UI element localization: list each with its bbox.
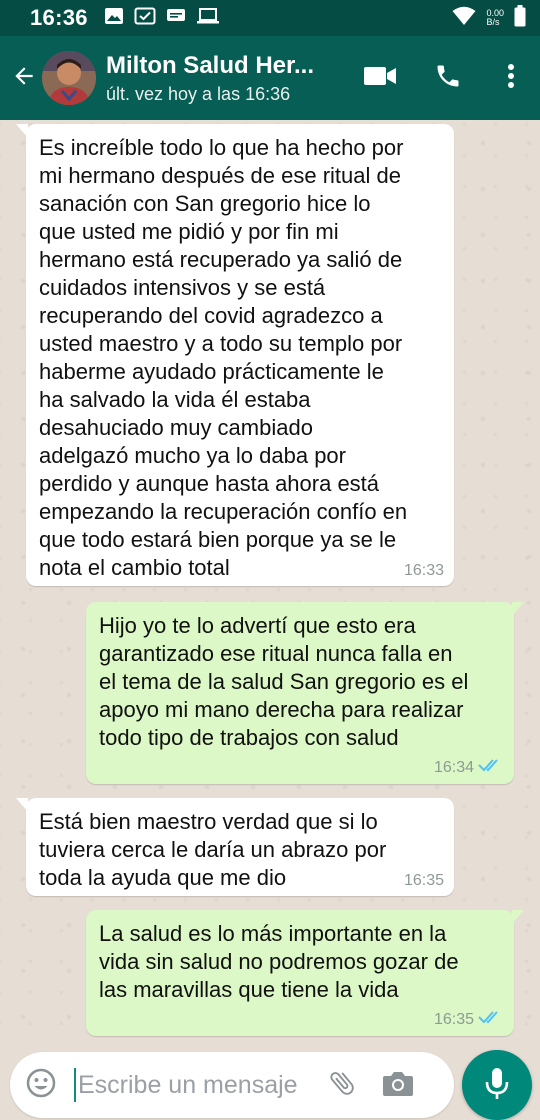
read-receipt-icon: [478, 1009, 504, 1030]
last-seen: últ. vez hoy a las 16:36: [106, 83, 291, 104]
wifi-icon: [452, 6, 476, 31]
image-icon: [104, 7, 124, 30]
voice-message-button[interactable]: [462, 1050, 532, 1120]
contact-info[interactable]: Milton Salud Her... últ. vez hoy a las 1…: [106, 52, 336, 105]
message-text: Está bien maestro verdad que si lo tuvie…: [39, 809, 387, 890]
clock: 16:36: [30, 5, 88, 30]
read-receipt-icon: [478, 757, 504, 778]
status-bar: 16:36 0.00 B/s: [0, 0, 540, 36]
message-text: Es increíble todo lo que ha hecho por mi…: [39, 135, 408, 580]
notification-icons: [104, 7, 220, 30]
message-bubble-incoming[interactable]: Está bien maestro verdad que si lo tuvie…: [16, 798, 454, 896]
emoji-button[interactable]: [12, 1052, 70, 1118]
attach-button[interactable]: [314, 1052, 370, 1118]
laptop-icon: [196, 7, 220, 30]
back-button[interactable]: [2, 36, 46, 120]
message-bubble-outgoing[interactable]: La salud es lo más importante en la vida…: [86, 910, 524, 1036]
message-time: 16:35: [433, 1010, 474, 1028]
message-list[interactable]: Es increíble todo lo que ha hecho por mi…: [0, 120, 540, 1050]
camera-icon: [382, 1069, 414, 1102]
message-time: 16:34: [433, 758, 474, 776]
contact-avatar[interactable]: [42, 51, 96, 105]
speed-unit: B/s: [486, 17, 500, 27]
checkbox-icon: [134, 7, 156, 30]
chat-header: Milton Salud Her... últ. vez hoy a las 1…: [0, 36, 540, 120]
voice-call-button[interactable]: [414, 36, 482, 120]
more-options-button[interactable]: [482, 36, 540, 120]
message-bubble-incoming[interactable]: Es increíble todo lo que ha hecho por mi…: [16, 124, 454, 586]
message-composer[interactable]: Escribe un mensaje: [10, 1052, 454, 1118]
battery-icon: [514, 4, 526, 32]
contact-name: Milton Salud Her...: [106, 51, 315, 79]
emoji-icon: [25, 1067, 57, 1104]
message-text: La salud es lo más importante en la vida…: [99, 921, 459, 1002]
message-time: 16:33: [403, 562, 444, 579]
video-call-button[interactable]: [346, 36, 414, 120]
camera-button[interactable]: [370, 1052, 426, 1118]
video-call-icon: [363, 65, 397, 92]
attach-icon: [327, 1068, 357, 1103]
message-text: Hijo yo te lo advertí que esto era garan…: [99, 613, 469, 750]
network-speed: 0.00 B/s: [486, 9, 504, 27]
message-input[interactable]: Escribe un mensaje: [78, 1071, 298, 1100]
message-time: 16:35: [403, 872, 444, 889]
text-cursor: [74, 1068, 76, 1102]
more-vert-icon: [507, 63, 515, 94]
message-bubble-outgoing[interactable]: Hijo yo te lo advertí que esto era garan…: [86, 602, 524, 784]
back-arrow-icon: [11, 63, 37, 94]
phone-call-icon: [434, 62, 462, 95]
mic-icon: [484, 1066, 510, 1105]
message-icon: [166, 7, 186, 30]
